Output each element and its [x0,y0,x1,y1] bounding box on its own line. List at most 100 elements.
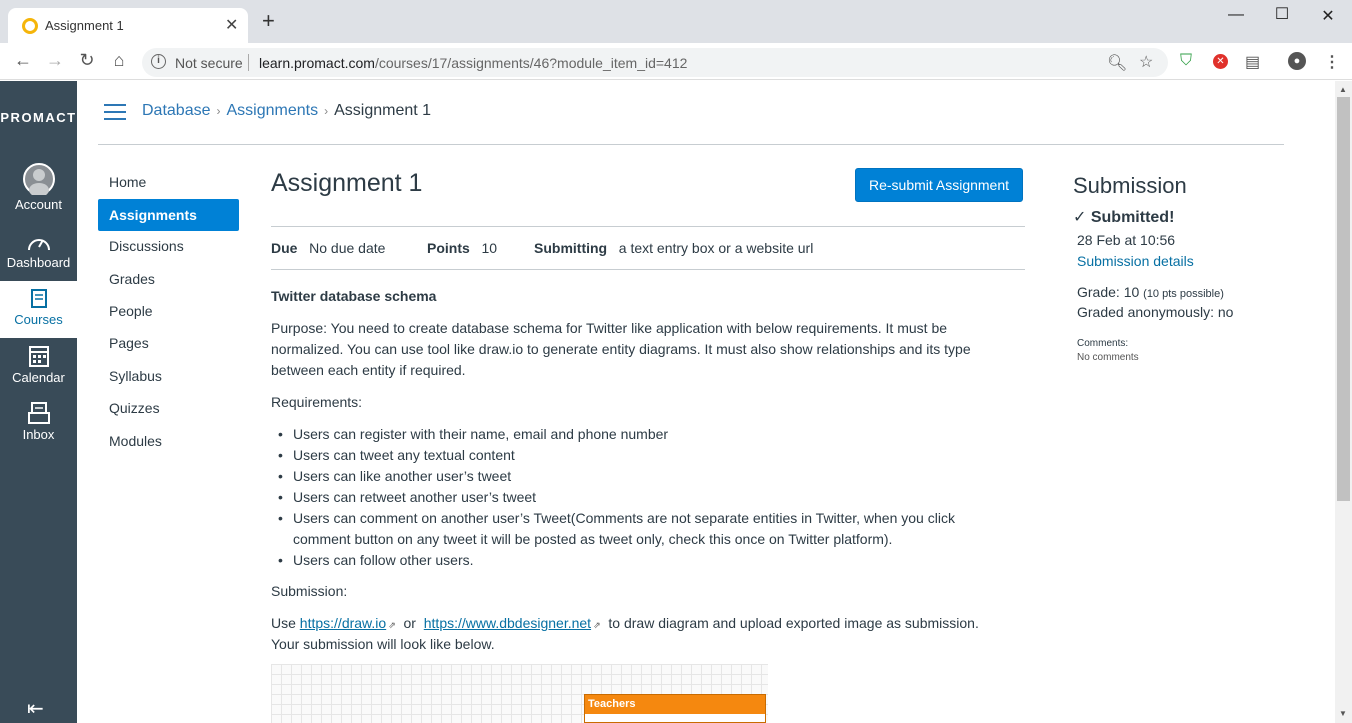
header-divider [98,144,1284,145]
submission-date: 28 Feb at 10:56 [1077,232,1176,248]
list-item: Users can tweet any textual content [278,445,1013,466]
scroll-up-icon[interactable]: ▲ [1339,85,1347,94]
maximize-icon[interactable]: ☐ [1272,4,1292,24]
divider [271,226,1025,227]
breadcrumb: Database › Assignments › Assignment 1 [142,102,431,120]
reload-icon[interactable]: ↻ [76,50,98,71]
zoom-icon[interactable]: 🔍︎ [1107,53,1127,73]
page-title: Assignment 1 [271,169,423,197]
list-item: Users can comment on another user’s Twee… [278,508,1013,529]
bookmark-star-icon[interactable]: ☆ [1139,52,1153,72]
course-nav-home[interactable]: Home [98,166,239,198]
shield-extension-icon[interactable]: ⛉ [1180,52,1192,70]
grade-label: Grade: 10 [1077,284,1140,300]
submitting-label: Submitting [534,240,608,256]
page-scrollbar[interactable]: ▲ ▼ [1335,81,1352,723]
submission-label: Submission: [271,583,348,599]
check-icon: ✓ [1073,209,1087,226]
favicon-icon [22,18,38,34]
not-secure-label[interactable]: Not secure [175,55,243,71]
course-nav-discussions[interactable]: Discussions [98,230,239,262]
assignment-heading: Twitter database schema [271,288,437,304]
scroll-down-icon[interactable]: ▼ [1339,709,1347,718]
profile-icon[interactable]: ● [1288,52,1306,70]
list-item: Users can register with their name, emai… [278,424,1013,445]
url-path: /courses/17/assignments/46?module_item_i… [374,55,688,71]
submitting-info: Submitting a text entry box or a website… [534,240,813,256]
course-nav-syllabus[interactable]: Syllabus [98,360,239,392]
due-info: Due No due date [271,240,385,256]
grade-info: Grade: 10 (10 pts possible) [1077,284,1224,300]
global-nav-inbox[interactable]: Inbox [0,401,77,442]
minimize-icon[interactable]: — [1226,6,1246,24]
list-item: Users can follow other users. [278,550,1013,571]
new-tab-button[interactable]: + [262,10,275,32]
divider [271,269,1025,270]
dashboard-label: Dashboard [6,255,71,270]
list-item: Users can retweet another user’s tweet [278,487,1013,508]
points-info: Points 10 [427,240,497,256]
breadcrumb-separator-icon: › [324,104,329,118]
scrollbar-thumb[interactable] [1337,97,1350,501]
home-icon[interactable]: ⌂ [108,50,130,71]
points-label: Points [427,240,470,256]
submitting-value: a text entry box or a website url [618,240,814,256]
example-diagram-image: Teachers [271,664,768,723]
browser-tab-bar: Assignment 1 ✕ + — ☐ ✕ [0,0,1352,43]
menu-kebab-icon[interactable]: ⋮ [1324,52,1340,72]
external-link-icon: ⇗ [388,620,396,630]
list-item-continuation: comment button on any tweet it will be p… [293,529,1013,550]
requirements-label: Requirements: [271,394,363,410]
purpose-line: normalized. You can use tool like draw.i… [271,341,971,357]
breadcrumb-current: Assignment 1 [334,102,432,119]
course-menu-toggle-icon[interactable] [104,104,126,120]
block-extension-icon[interactable]: ✕ [1213,54,1228,69]
breadcrumb-database[interactable]: Database [142,102,211,119]
drawio-link[interactable]: https://draw.io [300,615,386,631]
url-text[interactable]: learn.promact.com/courses/17/assignments… [259,55,687,71]
browser-tab[interactable]: Assignment 1 ✕ [8,8,248,43]
calendar-label: Calendar [12,370,65,385]
diagram-table-teachers: Teachers [584,694,766,723]
purpose-line: between each entity if required. [271,362,466,378]
dbdesigner-link[interactable]: https://www.dbdesigner.net [424,615,591,631]
info-icon[interactable]: i [151,54,166,69]
grade-possible: (10 pts possible) [1143,288,1224,300]
calendar-icon [28,346,49,367]
submission-details-link[interactable]: Submission details [1077,253,1194,269]
course-nav-grades[interactable]: Grades [98,263,239,295]
collapse-nav-icon[interactable]: ⇤ [27,696,44,721]
logo[interactable]: PROMACT [0,110,77,125]
points-value: 10 [481,240,498,256]
submission-instructions: Use https://draw.io ⇗ or https://www.dbde… [271,613,979,636]
breadcrumb-assignments[interactable]: Assignments [227,102,319,119]
address-bar[interactable]: i Not secure learn.promact.com/courses/1… [142,48,1168,77]
course-nav-people[interactable]: People [98,295,239,327]
comments-label: Comments: [1077,338,1129,349]
avatar-icon [22,163,55,195]
course-nav-assignments[interactable]: Assignments [98,199,239,231]
extension-icon[interactable]: ▤ [1245,52,1260,72]
global-nav-account[interactable]: Account [0,163,77,212]
or-text: or [403,615,416,631]
global-navigation: PROMACT Account Dashboard Courses Calend… [0,81,77,723]
course-nav-modules[interactable]: Modules [98,425,239,457]
course-nav-quizzes[interactable]: Quizzes [98,392,239,424]
global-nav-calendar[interactable]: Calendar [0,344,77,385]
close-tab-icon[interactable]: ✕ [225,15,238,35]
submitted-label: Submitted! [1090,209,1175,226]
comments-value: No comments [1077,352,1139,363]
forward-icon[interactable]: → [44,50,66,71]
back-icon[interactable]: ← [12,50,34,71]
dashboard-icon [27,239,50,251]
requirements-list: Users can register with their name, emai… [278,424,1013,571]
global-nav-dashboard[interactable]: Dashboard [0,231,77,270]
courses-icon [30,289,47,308]
resubmit-assignment-button[interactable]: Re-submit Assignment [855,168,1023,202]
course-nav-pages[interactable]: Pages [98,327,239,359]
list-item-text: comment button on any tweet it will be p… [293,531,893,547]
list-item: Users can like another user’s tweet [278,466,1013,487]
browser-toolbar: ← → ↻ ⌂ i Not secure learn.promact.com/c… [0,43,1352,80]
window-close-icon[interactable]: ✕ [1318,6,1338,26]
global-nav-courses[interactable]: Courses [0,281,77,338]
